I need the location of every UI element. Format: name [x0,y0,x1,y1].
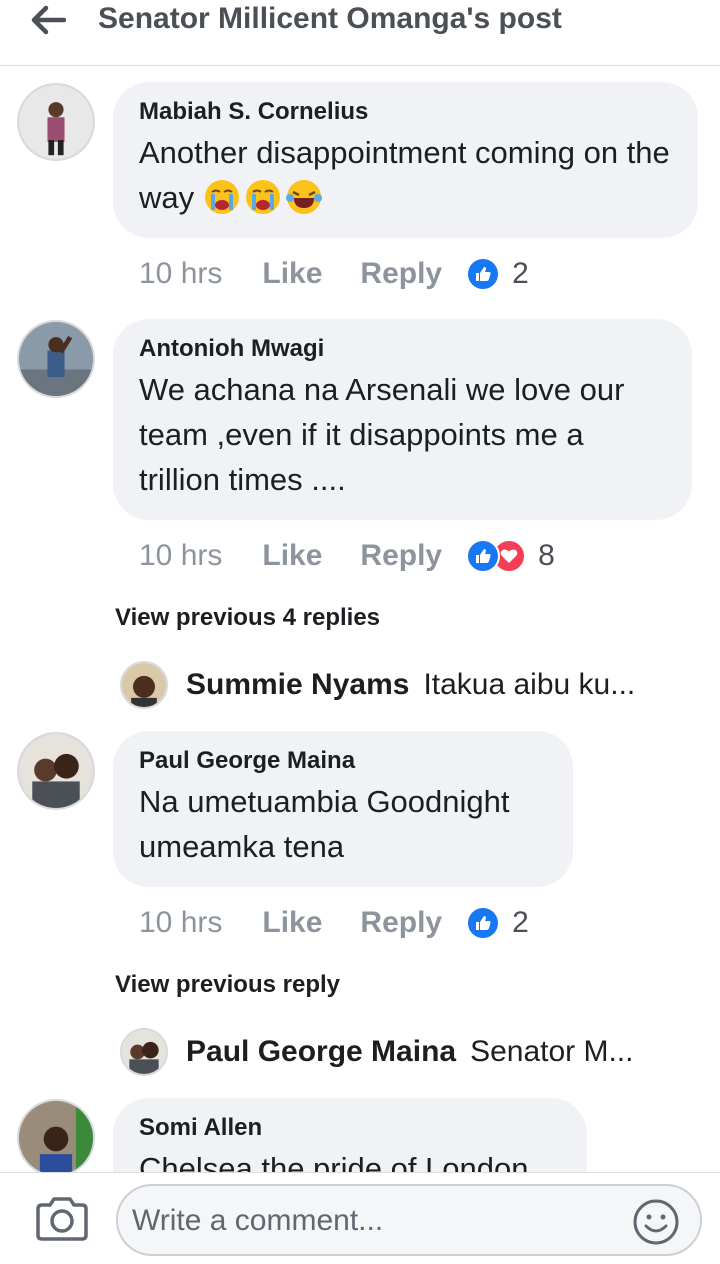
comment-time[interactable]: 10 hrs [139,257,222,291]
like-reaction-icon [466,257,501,291]
reaction-summary[interactable]: 2 [466,257,529,291]
comment-text: We achana na Arsenali we love our team ,… [139,372,625,497]
avatar[interactable] [17,1099,95,1172]
view-previous-replies-link[interactable]: View previous 4 replies [115,604,380,632]
reply-text: Itakua aibu ku... [423,668,636,701]
comment-bubble[interactable]: Antonioh Mwagi We achana na Arsenali we … [113,319,692,520]
like-button[interactable]: Like [262,257,322,291]
like-button[interactable]: Like [262,539,322,573]
reaction-summary[interactable]: 2 [466,906,529,940]
comment-bubble[interactable]: Somi Allen Chelsea the pride of London [113,1098,587,1172]
view-previous-replies-link[interactable]: View previous reply [115,971,340,999]
reply-preview[interactable]: Paul George Maina Senator M... [120,1027,633,1077]
avatar[interactable] [17,732,95,810]
comment-time[interactable]: 10 hrs [139,539,222,573]
reply-button[interactable]: Reply [360,539,442,573]
top-bar: Senator Millicent Omanga's post [0,0,720,66]
comment-input[interactable]: Write a comment... [116,1184,702,1256]
reaction-count: 2 [512,906,529,939]
avatar [120,661,168,709]
comment-actions: 10 hrs Like Reply 2 [139,254,529,294]
reaction-count: 8 [538,539,555,572]
comment-actions: 10 hrs Like Reply 8 [139,536,555,576]
like-reaction-icon [466,906,501,940]
comment-actions: 10 hrs Like Reply 2 [139,903,529,943]
comment-bubble[interactable]: Paul George Maina Na umetuambia Goodnigh… [113,731,573,887]
reply-button[interactable]: Reply [360,906,442,940]
reply-preview[interactable]: Summie Nyams Itakua aibu ku... [120,660,635,710]
comment-text: Na umetuambia Goodnight umeamka tena [139,784,510,864]
reply-author[interactable]: Paul George Maina [186,1035,456,1069]
crying-face-emoji-icon [244,178,282,216]
laughing-face-emoji-icon [285,178,323,216]
avatar[interactable] [17,83,95,161]
smiley-icon [633,1199,679,1245]
comment-author[interactable]: Antonioh Mwagi [139,335,666,363]
camera-icon [36,1197,88,1241]
comment-author[interactable]: Mabiah S. Cornelius [139,98,672,126]
reaction-summary[interactable]: 8 [466,539,555,573]
like-button[interactable]: Like [262,906,322,940]
like-reaction-icon [466,539,501,573]
comments-list: Mabiah S. Cornelius Another disappointme… [0,66,720,1172]
crying-face-emoji-icon [203,178,241,216]
avatar [120,1028,168,1076]
back-button[interactable] [26,0,70,40]
page-title: Senator Millicent Omanga's post [98,2,562,35]
comment-text: Chelsea the pride of London [139,1151,529,1172]
camera-button[interactable] [34,1195,90,1243]
emoji-button[interactable] [632,1198,680,1246]
avatar[interactable] [17,320,95,398]
comment-text: Another disappointment coming on the way [139,135,670,216]
comment-composer: Write a comment... [0,1172,720,1264]
reply-author[interactable]: Summie Nyams [186,668,409,702]
comment-author[interactable]: Somi Allen [139,1114,561,1142]
comment-input-placeholder: Write a comment... [132,1204,384,1237]
reply-text: Senator M... [470,1035,634,1068]
comment-bubble[interactable]: Mabiah S. Cornelius Another disappointme… [113,82,698,238]
comment-time[interactable]: 10 hrs [139,906,222,940]
comment-author[interactable]: Paul George Maina [139,747,547,775]
reply-button[interactable]: Reply [360,257,442,291]
reaction-count: 2 [512,257,529,290]
back-arrow-icon [31,5,66,35]
